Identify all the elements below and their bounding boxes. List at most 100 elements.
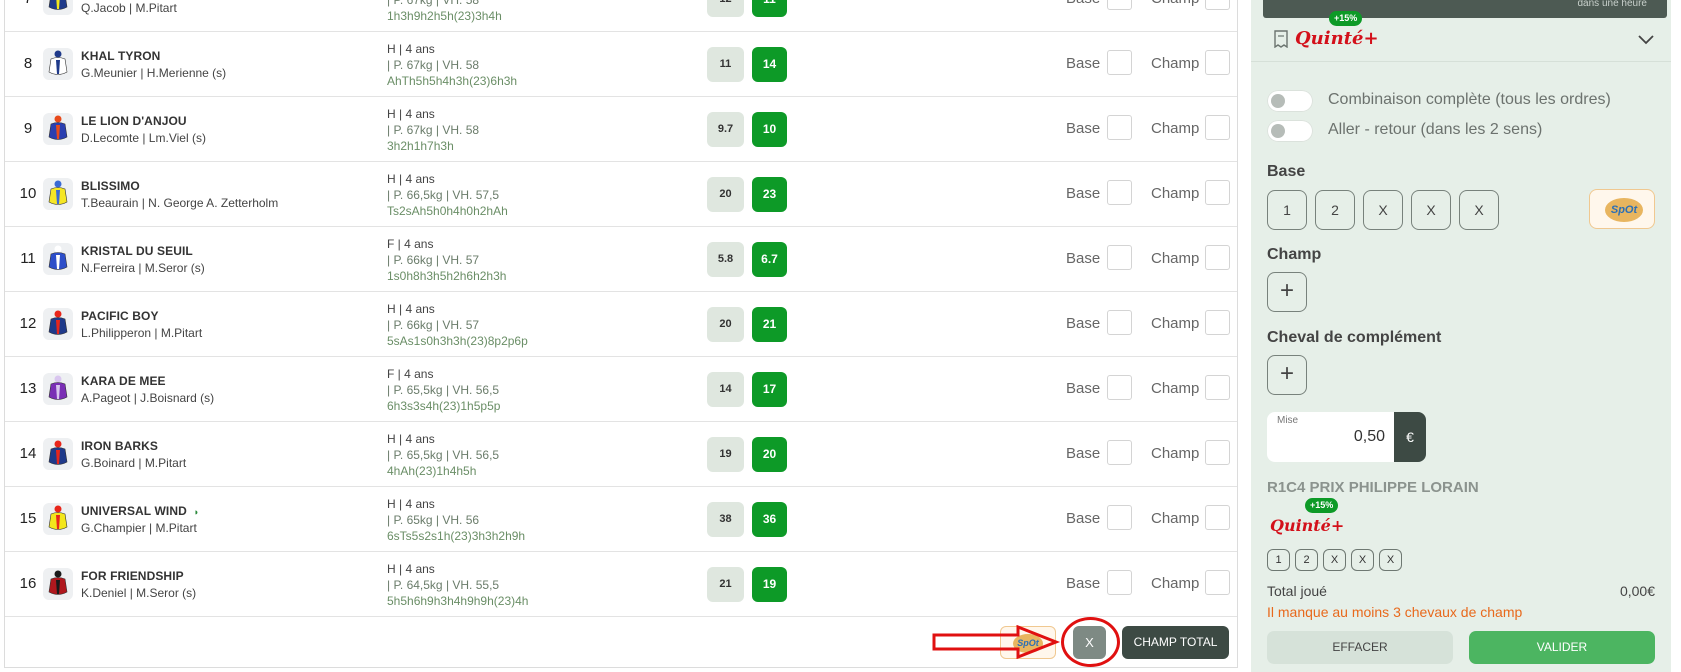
add-complement-button[interactable]: + — [1267, 355, 1307, 395]
base-label: Base — [1066, 510, 1101, 527]
runner-row[interactable]: 7 Q.Jacob | M.Pitart | P. 67kg | VH. 58 … — [5, 0, 1237, 32]
base-slot[interactable]: X — [1411, 190, 1451, 230]
jockey-trainer: N.Ferreira | M.Seror (s) — [81, 261, 205, 275]
runner-row[interactable]: 15 UNIVERSAL WIND ◑ G.Champier | M.Pitart… — [5, 487, 1237, 552]
horse-name: FOR FRIENDSHIP — [81, 569, 184, 583]
option-aller-retour[interactable]: Aller - retour (dans les 2 sens) — [1267, 120, 1657, 144]
reference-odds: 12 — [707, 0, 744, 17]
horse-name: BLISSIMO — [81, 179, 140, 193]
runner-row[interactable]: 10 BLISSIMO T.Beaurain | N. George A. Ze… — [5, 162, 1237, 227]
runner-row[interactable]: 9 LE LION D'ANJOU D.Lecomte | Lm.Viel (s… — [5, 97, 1237, 162]
reference-odds: 38 — [707, 502, 744, 537]
current-odds: 6.7 — [752, 242, 787, 277]
runner-row[interactable]: 8 KHAL TYRON G.Meunier | H.Merienne (s) … — [5, 32, 1237, 97]
runner-number: 8 — [23, 55, 33, 72]
runner-row[interactable]: 11 KRISTAL DU SEUIL N.Ferreira | M.Seror… — [5, 227, 1237, 292]
horse-name-text: FOR FRIENDSHIP — [81, 569, 184, 583]
base-label: Base — [1066, 445, 1101, 462]
summary-slot: X — [1351, 549, 1374, 571]
base-checkbox[interactable] — [1107, 0, 1132, 10]
base-checkbox[interactable] — [1107, 570, 1132, 595]
sex-age: H | 4 ans — [387, 107, 435, 121]
jockey-trainer: Q.Jacob | M.Pitart — [81, 1, 177, 15]
base-slot[interactable]: X — [1363, 190, 1403, 230]
x-button[interactable]: X — [1073, 626, 1106, 659]
ticket-header[interactable]: Quinté+ — [1251, 18, 1671, 62]
aller-retour-toggle[interactable] — [1267, 120, 1313, 142]
jockey-trainer: G.Boinard | M.Pitart — [81, 456, 187, 470]
summary-slot: 1 — [1267, 549, 1290, 571]
horse-name-text: BLISSIMO — [81, 179, 140, 193]
base-slot[interactable]: 1 — [1267, 190, 1307, 230]
weight-value: | P. 64,5kg | VH. 55,5 — [387, 578, 500, 592]
option-complete-combination[interactable]: Combinaison complète (tous les ordres) — [1267, 90, 1657, 114]
champ-checkbox[interactable] — [1205, 375, 1230, 400]
horse-name: LE LION D'ANJOU — [81, 114, 187, 128]
runner-row[interactable]: 14 IRON BARKS G.Boinard | M.Pitart H | 4… — [5, 422, 1237, 487]
form-string: 6h3s3s4h(23)1h5p5p — [387, 399, 501, 413]
base-checkbox[interactable] — [1107, 375, 1132, 400]
base-label: Base — [1066, 185, 1101, 202]
champ-checkbox[interactable] — [1205, 180, 1230, 205]
add-champ-button[interactable]: + — [1267, 272, 1307, 312]
champ-label: Champ — [1151, 315, 1200, 332]
champ-checkbox[interactable] — [1205, 505, 1230, 530]
current-odds: 20 — [752, 437, 787, 472]
form-string: 1h3h9h2h5h(23)3h4h — [387, 9, 502, 23]
bet-type-title: Quinté+ — [1295, 28, 1379, 49]
champ-checkbox[interactable] — [1205, 310, 1230, 335]
clear-button[interactable]: EFFACER — [1267, 631, 1453, 664]
reference-odds: 5.8 — [707, 242, 744, 277]
horse-name: PACIFIC BOY — [81, 309, 159, 323]
complete-combination-label: Combinaison complète (tous les ordres) — [1328, 91, 1611, 108]
sex-age: H | 4 ans — [387, 497, 435, 511]
base-checkbox[interactable] — [1107, 115, 1132, 140]
spot-logo-large: SpOt — [1605, 198, 1643, 222]
sex-age: H | 4 ans — [387, 172, 435, 186]
champ-checkbox[interactable] — [1205, 245, 1230, 270]
jockey-silk-icon — [43, 113, 73, 145]
base-checkbox[interactable] — [1107, 245, 1132, 270]
champ-checkbox[interactable] — [1205, 115, 1230, 140]
champ-checkbox[interactable] — [1205, 570, 1230, 595]
jockey-silk-icon — [43, 0, 73, 15]
jockey-silk-icon — [43, 48, 73, 80]
base-section-title: Base — [1267, 163, 1306, 180]
complete-combination-toggle[interactable] — [1267, 90, 1313, 112]
runner-row[interactable]: 16 FOR FRIENDSHIP K.Deniel | M.Seror (s)… — [5, 552, 1237, 617]
runner-row[interactable]: 12 PACIFIC BOY L.Philipperon | M.Pitart … — [5, 292, 1237, 357]
current-odds: 10 — [752, 112, 787, 147]
base-checkbox[interactable] — [1107, 50, 1132, 75]
stake-input[interactable]: Mise 0,50 — [1267, 412, 1395, 462]
champ-total-button[interactable]: CHAMP TOTAL — [1122, 626, 1229, 659]
base-checkbox[interactable] — [1107, 505, 1132, 530]
base-slot[interactable]: X — [1459, 190, 1499, 230]
horse-name-text: LE LION D'ANJOU — [81, 114, 187, 128]
ticket-icon — [1274, 30, 1288, 48]
weight-value: | P. 67kg | VH. 58 — [387, 0, 480, 7]
champ-label: Champ — [1151, 250, 1200, 267]
form-string: AhTh5h5h4h3h(23)6h3h — [387, 74, 518, 88]
spot-button[interactable]: SpOt — [1000, 626, 1056, 659]
base-slot[interactable]: 2 — [1315, 190, 1355, 230]
champ-checkbox[interactable] — [1205, 0, 1230, 10]
chevron-down-icon[interactable] — [1637, 34, 1655, 46]
summary-slot: X — [1379, 549, 1402, 571]
spot-toggle-button[interactable]: SpOt — [1589, 189, 1655, 229]
reference-odds: 11 — [707, 47, 744, 82]
base-checkbox[interactable] — [1107, 440, 1132, 465]
champ-checkbox[interactable] — [1205, 440, 1230, 465]
runner-number: 10 — [19, 185, 37, 202]
base-checkbox[interactable] — [1107, 310, 1132, 335]
jockey-trainer: L.Philipperon | M.Pitart — [81, 326, 203, 340]
horse-name: UNIVERSAL WIND ◑ — [81, 504, 198, 518]
champ-label: Champ — [1151, 0, 1199, 7]
reference-odds: 14 — [707, 372, 744, 407]
form-string: 6sTs5s2s1h(23)3h3h2h9h — [387, 529, 526, 543]
champ-checkbox[interactable] — [1205, 50, 1230, 75]
runner-row[interactable]: 13 KARA DE MEE A.Pageot | J.Boisnard (s)… — [5, 357, 1237, 422]
stake-label: Mise — [1277, 415, 1299, 426]
current-odds: 19 — [752, 567, 787, 602]
validate-button[interactable]: VALIDER — [1469, 631, 1655, 664]
base-checkbox[interactable] — [1107, 180, 1132, 205]
